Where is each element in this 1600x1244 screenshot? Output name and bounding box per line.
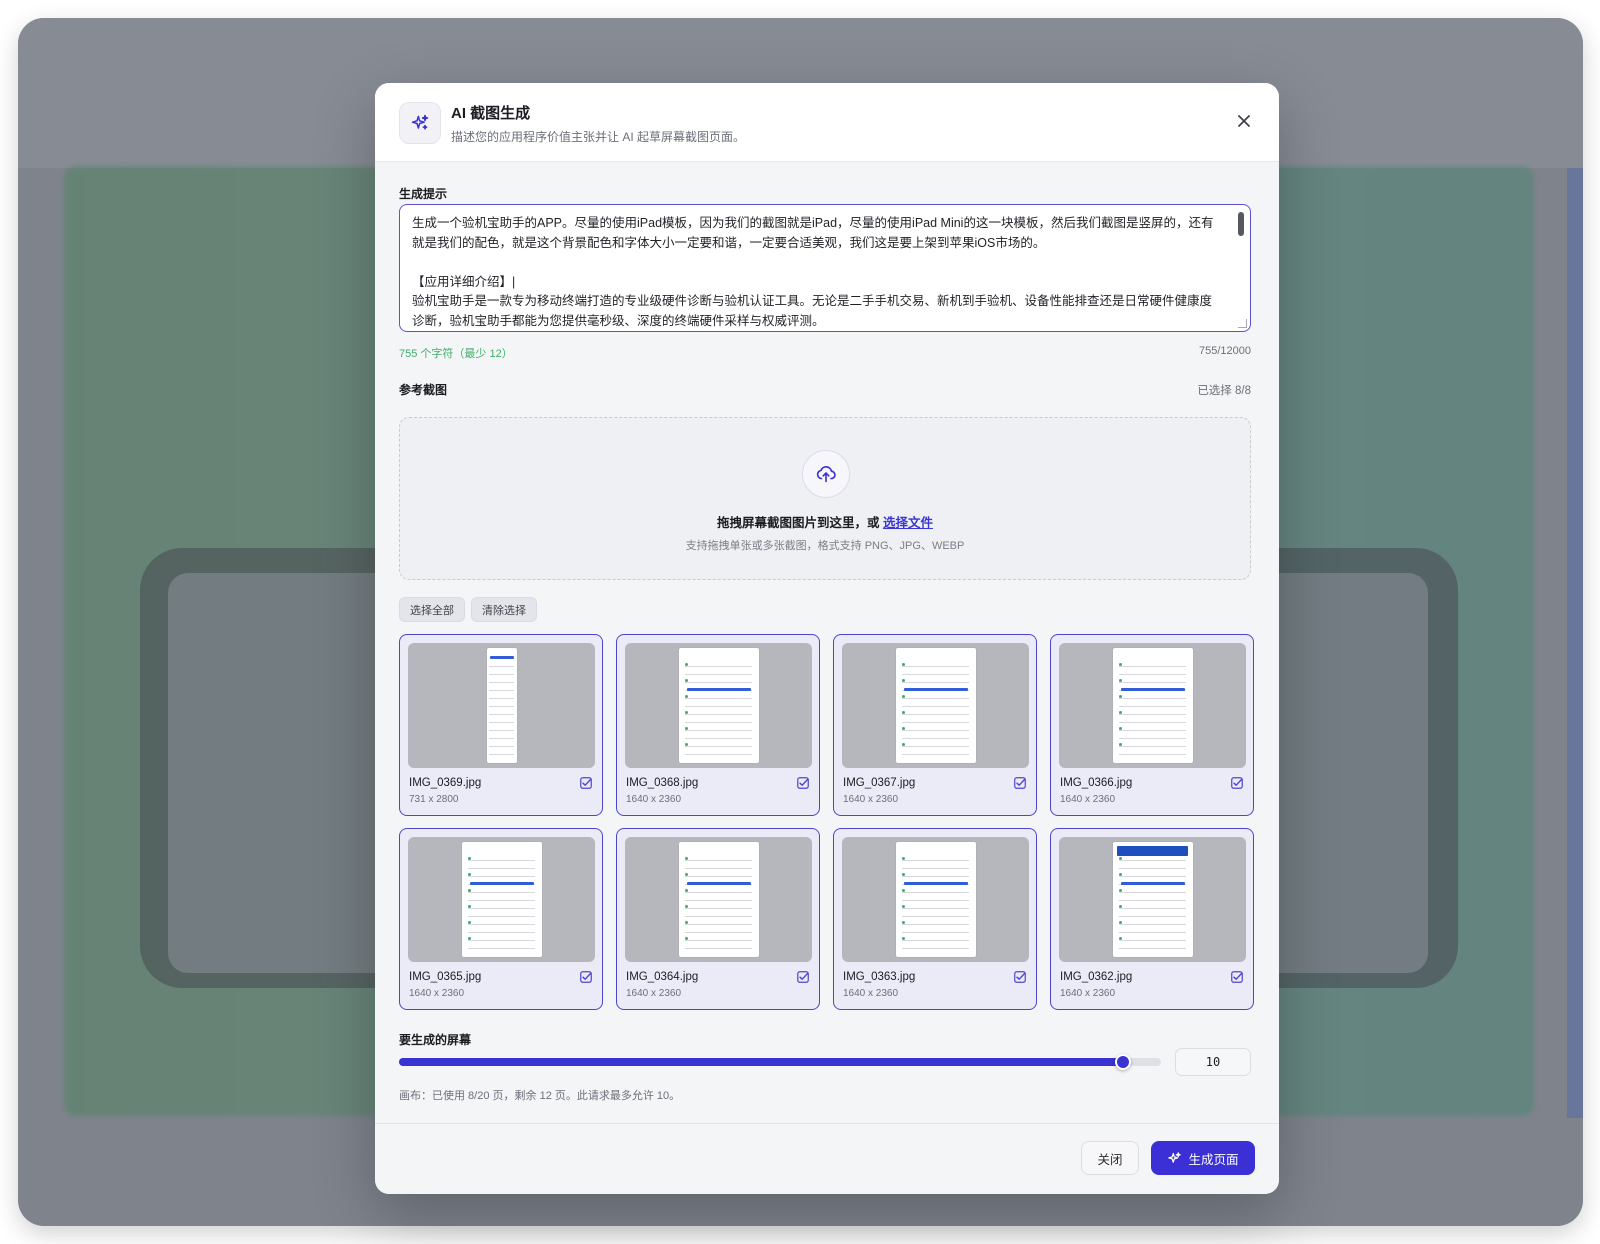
upload-dropzone[interactable]: 拖拽屏幕截图图片到这里，或 选择文件 支持拖拽单张或多张截图，格式支持 PNG、… <box>399 417 1251 580</box>
screens-number-input[interactable]: 10 <box>1175 1048 1251 1076</box>
dialog-title: AI 截图生成 <box>451 105 531 122</box>
prompt-line: 生成一个验机宝助手的APP。尽量的使用iPad模板，因为我们的截图就是iPad，… <box>412 216 1214 230</box>
screenshot-filename: IMG_0366.jpg <box>1060 777 1133 789</box>
screenshot-dimensions: 1640 x 2360 <box>1060 794 1116 805</box>
checkbox-checked-icon[interactable] <box>580 777 592 789</box>
screens-slider-thumb[interactable] <box>1114 1054 1131 1070</box>
drop-instructions: 拖拽屏幕截图图片到这里，或 选择文件 <box>400 512 1250 531</box>
choose-file-link[interactable]: 选择文件 <box>883 516 933 530</box>
generate-pages-button[interactable]: 生成页面 <box>1151 1141 1255 1175</box>
screenshot-dimensions: 1640 x 2360 <box>409 988 465 999</box>
screenshot-preview <box>895 842 976 957</box>
screenshot-dimensions: 731 x 2800 <box>409 794 459 805</box>
prompt-line: 诊断，验机宝助手都能为您提供毫秒级、深度的终端硬件采样与权威评测。 <box>412 313 825 328</box>
canvas-usage-note: 画布：已使用 8/20 页，剩余 12 页。此请求最多允许 10。 <box>399 1090 681 1102</box>
prompt-line: 【应用详细介绍】| <box>412 274 516 289</box>
dialog-header: AI 截图生成 描述您的应用程序价值主张并让 AI 起草屏幕截图页面。 <box>375 83 1279 162</box>
screenshot-card[interactable]: IMG_0369.jpg 731 x 2800 <box>399 634 603 816</box>
screenshot-thumbnail <box>842 643 1029 768</box>
screenshot-preview <box>1112 842 1193 957</box>
resize-handle[interactable] <box>1238 319 1247 328</box>
close-icon[interactable] <box>1233 110 1255 132</box>
dialog-footer: 关闭 生成页面 <box>375 1123 1279 1194</box>
screenshot-card[interactable]: IMG_0366.jpg 1640 x 2360 <box>1050 634 1254 816</box>
screenshot-dimensions: 1640 x 2360 <box>626 988 682 999</box>
screens-label: 要生成的屏幕 <box>399 1033 472 1047</box>
screenshot-card[interactable]: IMG_0363.jpg 1640 x 2360 <box>833 828 1037 1010</box>
screenshot-filename: IMG_0367.jpg <box>843 777 916 789</box>
screens-slider-fill <box>399 1058 1123 1066</box>
screenshot-filename: IMG_0368.jpg <box>626 777 699 789</box>
screenshot-dimensions: 1640 x 2360 <box>626 794 682 805</box>
screenshot-dimensions: 1640 x 2360 <box>843 794 899 805</box>
screens-slider[interactable] <box>399 1054 1161 1070</box>
checkbox-checked-icon[interactable] <box>1014 777 1026 789</box>
screenshot-card[interactable]: IMG_0367.jpg 1640 x 2360 <box>833 634 1037 816</box>
screenshot-thumbnail <box>842 837 1029 962</box>
prompt-textarea[interactable]: 生成一个验机宝助手的APP。尽量的使用iPad模板，因为我们的截图就是iPad，… <box>399 204 1251 332</box>
screenshot-preview <box>678 842 759 957</box>
checkbox-checked-icon[interactable] <box>1014 971 1026 983</box>
char-count-status: 755 个字符（最少 12） <box>399 348 513 360</box>
screenshot-preview <box>486 648 517 763</box>
screenshot-preview <box>678 648 759 763</box>
select-all-button[interactable]: 选择全部 <box>399 597 465 622</box>
prompt-label: 生成提示 <box>399 187 448 201</box>
checkbox-checked-icon[interactable] <box>580 971 592 983</box>
drop-hint: 支持拖拽单张或多张截图，格式支持 PNG、JPG、WEBP <box>685 540 965 552</box>
screenshot-card[interactable]: IMG_0365.jpg 1640 x 2360 <box>399 828 603 1010</box>
dialog-subtitle: 描述您的应用程序价值主张并让 AI 起草屏幕截图页面。 <box>451 130 746 144</box>
screenshot-dimensions: 1640 x 2360 <box>1060 988 1116 999</box>
char-counter: 755/12000 <box>1199 345 1251 357</box>
screenshot-preview <box>895 648 976 763</box>
cloud-upload-icon <box>802 450 850 498</box>
screenshot-preview <box>461 842 542 957</box>
screenshot-filename: IMG_0365.jpg <box>409 971 482 983</box>
close-button[interactable]: 关闭 <box>1081 1141 1139 1175</box>
drop-text: 拖拽屏幕截图图片到这里，或 <box>716 516 880 530</box>
screenshot-thumbnail <box>625 643 812 768</box>
checkbox-checked-icon[interactable] <box>1231 971 1243 983</box>
screenshot-thumbnail <box>1059 643 1246 768</box>
sparkles-icon <box>399 102 441 144</box>
clear-selection-button[interactable]: 清除选择 <box>471 597 537 622</box>
screenshot-dimensions: 1640 x 2360 <box>843 988 899 999</box>
screenshot-preview <box>1112 648 1193 763</box>
reference-label: 参考截图 <box>399 383 448 397</box>
ai-screenshot-dialog: AI 截图生成 描述您的应用程序价值主张并让 AI 起草屏幕截图页面。 生成提示… <box>375 83 1279 1194</box>
screenshot-thumbnail <box>1059 837 1246 962</box>
sparkles-icon <box>1168 1151 1182 1163</box>
checkbox-checked-icon[interactable] <box>1231 777 1243 789</box>
selected-count: 已选择 8/8 <box>1197 385 1251 397</box>
prompt-line: 就是我们的配色，就是这个背景配色和字体大小一定要和谐，一定要合适美观，我们这是要… <box>412 235 1046 250</box>
screenshot-thumbnail <box>408 643 595 768</box>
generate-pages-label: 生成页面 <box>1188 1152 1239 1167</box>
screenshot-thumbnail <box>408 837 595 962</box>
screenshot-thumbnail <box>625 837 812 962</box>
checkbox-checked-icon[interactable] <box>797 971 809 983</box>
screenshot-card[interactable]: IMG_0362.jpg 1640 x 2360 <box>1050 828 1254 1010</box>
checkbox-checked-icon[interactable] <box>797 777 809 789</box>
screenshot-card[interactable]: IMG_0364.jpg 1640 x 2360 <box>616 828 820 1010</box>
screenshot-filename: IMG_0364.jpg <box>626 971 699 983</box>
screenshot-filename: IMG_0362.jpg <box>1060 971 1133 983</box>
screenshot-filename: IMG_0363.jpg <box>843 971 916 983</box>
prompt-scrollbar[interactable] <box>1238 212 1244 236</box>
screenshot-card[interactable]: IMG_0368.jpg 1640 x 2360 <box>616 634 820 816</box>
screenshot-filename: IMG_0369.jpg <box>409 777 482 789</box>
prompt-line <box>412 253 1220 273</box>
prompt-line: 验机宝助手是一款专为移动终端打造的专业级硬件诊断与验机认证工具。无论是二手手机交… <box>412 294 1213 308</box>
